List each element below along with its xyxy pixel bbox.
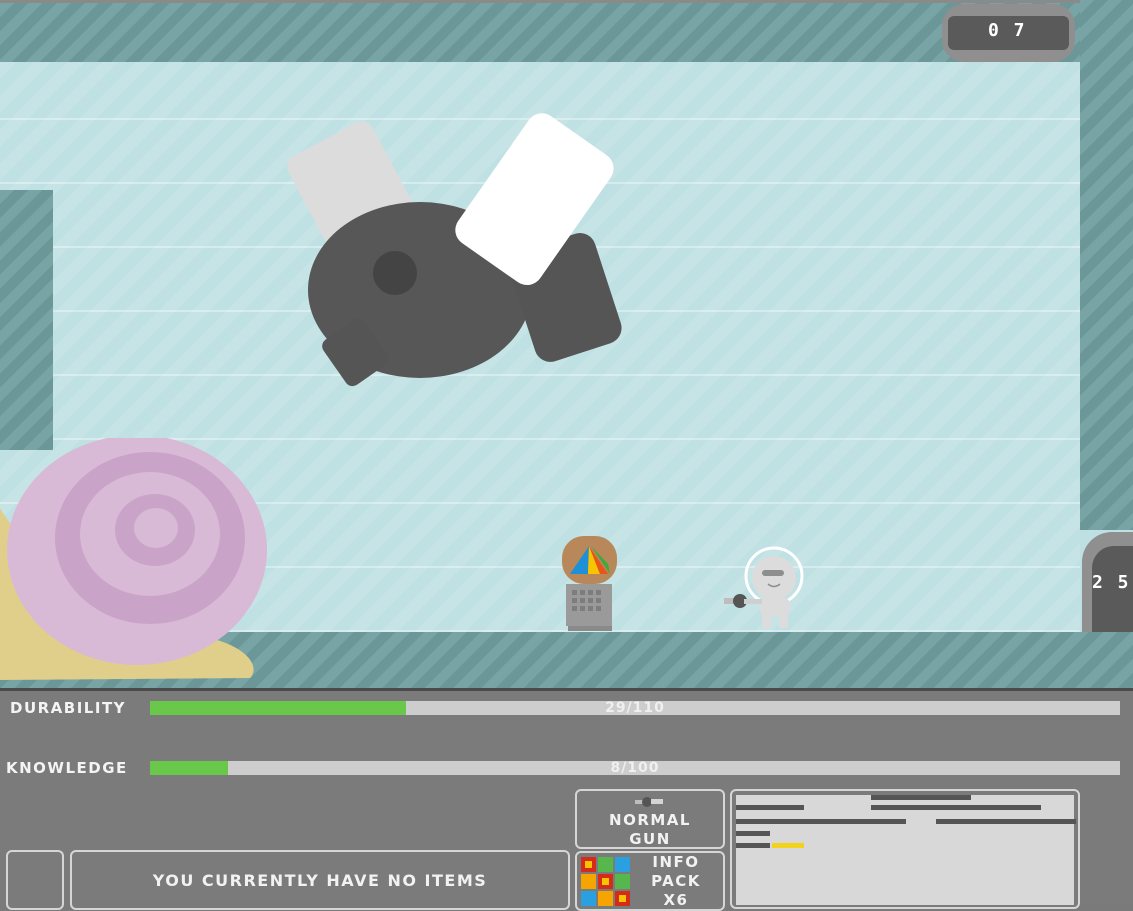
info-pack-line1: INFO — [652, 853, 700, 871]
snail-enemy — [0, 438, 267, 680]
weapon-name-line1: NORMAL — [609, 811, 691, 829]
hud-panel: DURABILITY 29/110 KNOWLEDGE 8/100 YOU CU… — [0, 688, 1133, 911]
durability-label: DURABILITY — [10, 699, 127, 717]
knowledge-value: 8/100 — [610, 760, 660, 776]
minimap-corridor — [736, 843, 770, 848]
inventory-box: YOU CURRENTLY HAVE NO ITEMS — [70, 850, 570, 910]
game-viewport: 0 7 2 5 — [0, 0, 1133, 688]
info-kiosk[interactable] — [560, 534, 620, 632]
top-door-label: 0 7 — [988, 20, 1027, 41]
inventory-message: YOU CURRENTLY HAVE NO ITEMS — [152, 870, 488, 890]
minimap — [736, 795, 1076, 905]
weapon-name-line2: GUN — [629, 830, 671, 848]
right-door-label: 2 5 — [1092, 572, 1131, 593]
minimap-frame — [730, 789, 1080, 909]
knowledge-bar: 8/100 — [150, 760, 1120, 776]
player-character — [724, 546, 804, 628]
info-pack-slot[interactable]: INFO PACK X6 — [575, 851, 725, 911]
knowledge-label: KNOWLEDGE — [6, 759, 128, 777]
minimap-corridor — [736, 819, 906, 824]
durability-bar: 29/110 — [150, 700, 1120, 716]
fly-enemy — [287, 113, 622, 387]
info-pack-line3: X6 — [663, 891, 689, 909]
top-door[interactable]: 0 7 — [942, 4, 1075, 62]
right-door[interactable]: 2 5 — [1082, 532, 1133, 632]
minimap-corridor — [871, 805, 1041, 810]
minimap-corridor — [736, 805, 804, 810]
info-pack-line2: PACK — [651, 872, 701, 890]
left-wall-ledge — [0, 190, 53, 450]
item-slot[interactable] — [6, 850, 64, 910]
minimap-corridor — [736, 831, 770, 836]
minimap-corridor — [871, 795, 971, 800]
weapon-slot[interactable]: NORMAL GUN — [575, 789, 725, 849]
minimap-corridor — [936, 819, 1076, 824]
right-wall — [1080, 0, 1133, 530]
gun-icon — [635, 797, 663, 807]
durability-value: 29/110 — [605, 700, 665, 716]
minimap-current-room — [772, 843, 804, 848]
